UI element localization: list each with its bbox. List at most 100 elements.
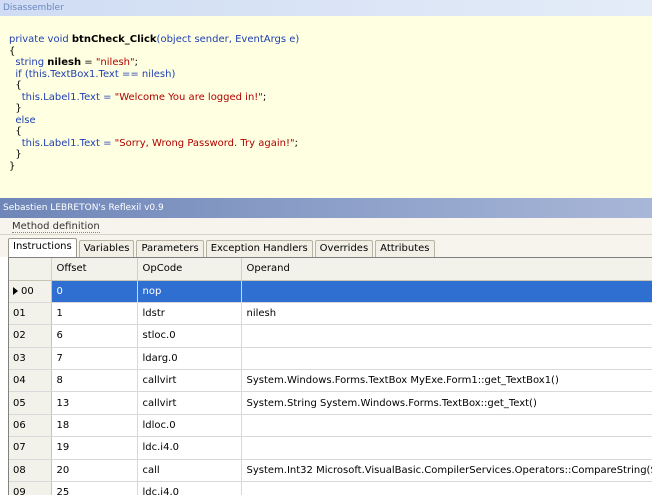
code-token: { (9, 80, 22, 91)
operand-cell[interactable] (241, 347, 652, 371)
operand-cell[interactable] (241, 324, 652, 348)
code-token: } (9, 160, 16, 172)
row-index: 07 (13, 442, 26, 454)
operand-cell[interactable]: nilesh (241, 302, 652, 326)
code-line: if (this.TextBox1.Text == nilesh) (9, 69, 652, 81)
instruction-row[interactable]: 08 20 call System.Int32 Microsoft.VisualBas… (9, 459, 652, 483)
code-token: private void (9, 34, 72, 45)
offset-cell[interactable]: 6 (51, 324, 138, 348)
instruction-row[interactable]: 06 18 ldloc.0 (9, 414, 652, 438)
row-index: 06 (13, 420, 26, 432)
row-header[interactable]: 08 (9, 459, 52, 483)
tab-variables[interactable]: Variables (78, 240, 135, 257)
row-index: 09 (13, 487, 26, 495)
tab-exception-handlers[interactable]: Exception Handlers (205, 240, 313, 257)
row-header[interactable]: 07 (9, 436, 52, 460)
row-header[interactable]: 09 (9, 481, 52, 495)
code-token: Label1 (43, 137, 77, 149)
instructions-grid[interactable]: Offset OpCode Operand 00 0 nop 01 1 ldstr nile… (8, 257, 652, 495)
current-row-arrow-icon (13, 286, 18, 295)
row-index: 02 (13, 330, 26, 342)
instruction-row[interactable]: 07 19 ldc.i4.0 (9, 436, 652, 460)
code-line: private void btnCheck_Click(object sende… (9, 34, 652, 46)
offset-cell[interactable]: 19 (51, 436, 138, 460)
operand-cell[interactable]: System.Int32 Microsoft.VisualBasic.Compi… (241, 459, 652, 483)
code-line: } (9, 161, 652, 173)
code-line: { (9, 126, 652, 138)
column-header-opcode[interactable]: OpCode (137, 258, 242, 281)
offset-cell[interactable]: 7 (51, 347, 138, 371)
instructions-table: Offset OpCode Operand 00 0 nop 01 1 ldstr nile… (9, 258, 652, 495)
instruction-row[interactable]: 03 7 ldarg.0 (9, 347, 652, 371)
tab-parameters[interactable]: Parameters (136, 240, 204, 257)
row-header[interactable]: 06 (9, 414, 52, 438)
code-token: { (9, 45, 16, 57)
opcode-cell[interactable]: stloc.0 (137, 324, 242, 348)
code-line: string nilesh = "nilesh"; (9, 57, 652, 69)
code-line: else (9, 115, 652, 127)
disassembler-code-pane[interactable]: private void btnCheck_Click(object sende… (0, 16, 652, 198)
offset-cell[interactable]: 13 (51, 391, 138, 415)
code-token: if (this. (9, 68, 51, 80)
offset-cell[interactable]: 18 (51, 414, 138, 438)
row-header[interactable]: 00 (9, 280, 52, 303)
grid-header-row: Offset OpCode Operand (9, 258, 652, 281)
code-token: this. (9, 91, 44, 103)
row-header[interactable]: 03 (9, 347, 52, 371)
row-header[interactable]: 01 (9, 302, 52, 326)
operand-cell[interactable]: System.String System.Windows.Forms.TextB… (241, 391, 652, 415)
code-token: { (9, 126, 22, 137)
row-index: 03 (13, 352, 26, 364)
offset-cell[interactable]: 20 (51, 459, 138, 483)
tab-attributes[interactable]: Attributes (375, 240, 435, 257)
instruction-row[interactable]: 00 0 nop (9, 280, 652, 303)
operand-cell[interactable] (241, 481, 652, 495)
row-header-corner (9, 258, 52, 281)
operand-cell[interactable] (241, 414, 652, 438)
tab-instructions[interactable]: Instructions (8, 238, 77, 257)
code-token: = (81, 57, 96, 68)
reflexil-title: Sebastien LEBRETON's Reflexil v0.9 (0, 198, 652, 218)
row-header[interactable]: 05 (9, 391, 52, 415)
operand-cell[interactable] (241, 280, 652, 303)
row-index: 08 (13, 464, 26, 476)
code-token: this. (9, 137, 44, 149)
code-token: .Text = (76, 91, 115, 103)
operand-cell[interactable]: System.Windows.Forms.TextBox MyExe.Form1… (241, 369, 652, 393)
code-token: Label1 (43, 91, 77, 103)
row-header[interactable]: 04 (9, 369, 52, 393)
opcode-cell[interactable]: nop (137, 280, 242, 303)
code-token: (object sender, EventArgs e) (156, 34, 300, 45)
column-header-operand[interactable]: Operand (241, 258, 652, 281)
opcode-cell[interactable]: call (137, 459, 242, 483)
instruction-row[interactable]: 09 25 ldc.i4.0 (9, 481, 652, 495)
opcode-cell[interactable]: ldc.i4.0 (137, 436, 242, 460)
code-token: .Text == nilesh) (95, 68, 176, 80)
opcode-cell[interactable]: callvirt (137, 391, 242, 415)
offset-cell[interactable]: 1 (51, 302, 138, 326)
opcode-cell[interactable]: ldstr (137, 302, 242, 326)
opcode-cell[interactable]: callvirt (137, 369, 242, 393)
opcode-cell[interactable]: ldc.i4.0 (137, 481, 242, 495)
code-token: string (9, 57, 48, 68)
code-token: ; (262, 91, 267, 103)
instruction-row[interactable]: 02 6 stloc.0 (9, 324, 652, 348)
opcode-cell[interactable]: ldloc.0 (137, 414, 242, 438)
instruction-row[interactable]: 05 13 callvirt System.String System.Windows… (9, 391, 652, 415)
offset-cell[interactable]: 0 (51, 280, 138, 303)
row-index: 04 (13, 375, 26, 387)
instruction-row[interactable]: 01 1 ldstr nilesh (9, 302, 652, 326)
row-header[interactable]: 02 (9, 324, 52, 348)
offset-cell[interactable]: 25 (51, 481, 138, 495)
code-token: ; (134, 57, 138, 68)
code-line: { (9, 80, 652, 92)
tab-overrides[interactable]: Overrides (314, 240, 374, 257)
code-token: } (9, 149, 22, 160)
column-header-offset[interactable]: Offset (51, 258, 138, 281)
operand-cell[interactable] (241, 436, 652, 460)
opcode-cell[interactable]: ldarg.0 (137, 347, 242, 371)
offset-cell[interactable]: 8 (51, 369, 138, 393)
disassembler-title: Disassembler (0, 0, 652, 16)
code-token: } (9, 103, 22, 114)
instruction-row[interactable]: 04 8 callvirt System.Windows.Forms.TextBox … (9, 369, 652, 393)
